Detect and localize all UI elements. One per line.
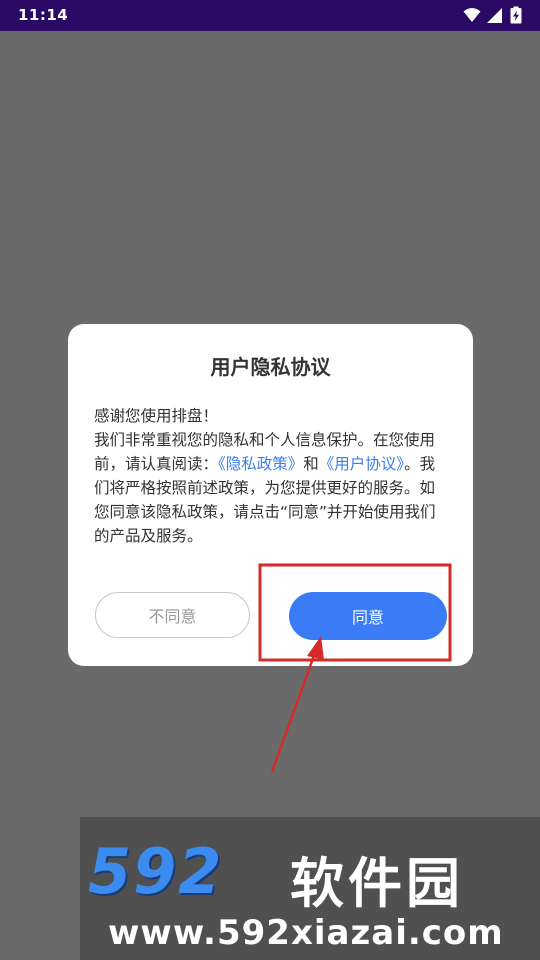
watermark-name: 软件园 [290,852,464,915]
wifi-icon [463,8,481,22]
dialog-title: 用户隐私协议 [210,355,331,379]
privacy-policy-link[interactable]: 《隐私政策》 [218,455,303,473]
status-time: 11:14 [18,6,69,24]
privacy-dialog: 用户隐私协议 感谢您使用排盘！ 我们非常重视您的隐私和个人信息保护。在您使用前，… [68,324,473,666]
dialog-greeting: 感谢您使用排盘！ [94,407,219,425]
watermark-banner: 592 软件园 www.592xiazai.com [80,817,540,960]
watermark-url: www.592xiazai.com [108,913,504,953]
agree-button[interactable]: 同意 [289,592,447,640]
status-bar: 11:14 [0,0,540,31]
dialog-message: 我们非常重视您的隐私和个人信息保护。在您使用前，请认真阅读：《隐私政策》和《用户… [94,428,450,548]
screen: 11:14 用户隐私协议 感谢您使用排盘！ 我们非常重视您的隐私和个人信息保护。… [0,0,540,960]
signal-icon [487,8,502,23]
watermark-logo: 592 [88,835,224,908]
annotation-arrow-line [270,649,318,773]
battery-charging-icon [510,6,522,24]
dialog-body: 感谢您使用排盘！ 我们非常重视您的隐私和个人信息保护。在您使用前，请认真阅读：《… [94,404,450,548]
user-agreement-link[interactable]: 《用户协议》 [319,455,404,473]
disagree-button[interactable]: 不同意 [95,592,250,638]
dialog-conjunction: 和 [303,455,319,473]
